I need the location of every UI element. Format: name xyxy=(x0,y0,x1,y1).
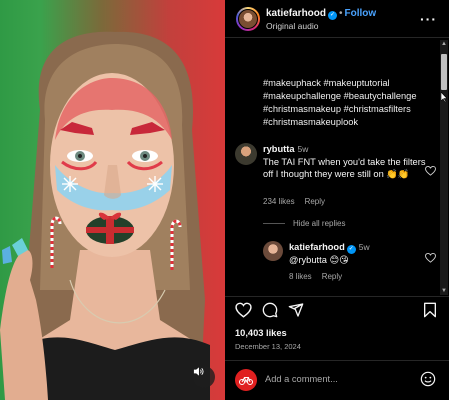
scroll-up-icon[interactable]: ▲ xyxy=(440,40,448,48)
verified-icon: ✓ xyxy=(346,245,356,254)
bookmark-icon[interactable] xyxy=(423,302,437,318)
post-date[interactable]: December 13, 2024 xyxy=(235,342,301,351)
divider xyxy=(263,223,285,225)
reply-button[interactable]: Reply xyxy=(305,197,325,206)
add-comment-bar: Add a comment... xyxy=(225,366,449,394)
hide-replies-label: Hide all replies xyxy=(293,219,346,228)
comment-likes[interactable]: 234 likes xyxy=(263,197,295,206)
post-caption: #makeuphack #makeuptutorial #makeupchall… xyxy=(263,78,417,127)
comment-meta: 234 likes Reply xyxy=(263,197,335,206)
reply: katiefarhood ✓ 5w @rybutta 😊😘 xyxy=(289,241,429,267)
divider xyxy=(225,360,449,361)
follow-button[interactable]: Follow xyxy=(345,8,377,19)
post-media[interactable] xyxy=(0,0,225,400)
comment-icon[interactable] xyxy=(262,302,278,318)
reply-meta: 8 likes Reply xyxy=(289,272,352,281)
reply-username[interactable]: katiefarhood xyxy=(289,242,345,252)
reply-text: @rybutta 😊😘 xyxy=(289,255,349,265)
heart-icon[interactable] xyxy=(235,302,252,318)
hide-replies-button[interactable]: Hide all replies xyxy=(263,219,345,228)
reply-time[interactable]: 5w xyxy=(359,242,370,252)
audio-icon xyxy=(193,367,204,376)
comment: rybutta 5w The TAI FNT when you'd take th… xyxy=(263,143,433,181)
scroll-thumb[interactable] xyxy=(441,54,447,90)
heart-icon[interactable] xyxy=(425,166,436,176)
post-details-panel: katiefarhood ✓ • Follow Original audio ··· … xyxy=(225,0,449,400)
comment-username[interactable]: rybutta xyxy=(263,144,295,154)
avatar[interactable] xyxy=(235,143,257,165)
avatar[interactable] xyxy=(263,241,283,261)
add-comment-input[interactable]: Add a comment... xyxy=(265,374,338,384)
heart-icon[interactable] xyxy=(425,253,436,263)
post-author: katiefarhood ✓ • Follow xyxy=(266,8,376,20)
share-icon[interactable] xyxy=(288,302,304,318)
author-username[interactable]: katiefarhood xyxy=(266,8,326,19)
comment-text: The TAI FNT when you'd take the filters … xyxy=(263,156,426,180)
audio-label[interactable]: Original audio xyxy=(266,21,318,31)
more-icon[interactable]: ··· xyxy=(420,11,437,27)
audio-toggle-button[interactable] xyxy=(193,366,215,388)
comments-scrollbar[interactable]: ▲ ▼ xyxy=(440,40,448,295)
separator: • xyxy=(339,8,343,19)
comment-time[interactable]: 5w xyxy=(298,144,309,154)
avatar[interactable] xyxy=(236,7,260,31)
scroll-down-icon[interactable]: ▼ xyxy=(440,287,448,295)
avatar[interactable] xyxy=(235,369,257,391)
reply-likes[interactable]: 8 likes xyxy=(289,272,312,281)
verified-icon: ✓ xyxy=(328,11,338,20)
likes-count[interactable]: 10,403 likes xyxy=(235,328,287,338)
video-frame xyxy=(0,31,210,400)
mouse-cursor xyxy=(441,92,447,102)
reply-button[interactable]: Reply xyxy=(322,272,342,281)
emoji-icon[interactable] xyxy=(420,371,436,387)
action-bar xyxy=(225,302,449,324)
divider xyxy=(225,296,449,297)
bike-icon xyxy=(239,377,253,385)
post-header: katiefarhood ✓ • Follow Original audio ··· xyxy=(225,0,449,38)
